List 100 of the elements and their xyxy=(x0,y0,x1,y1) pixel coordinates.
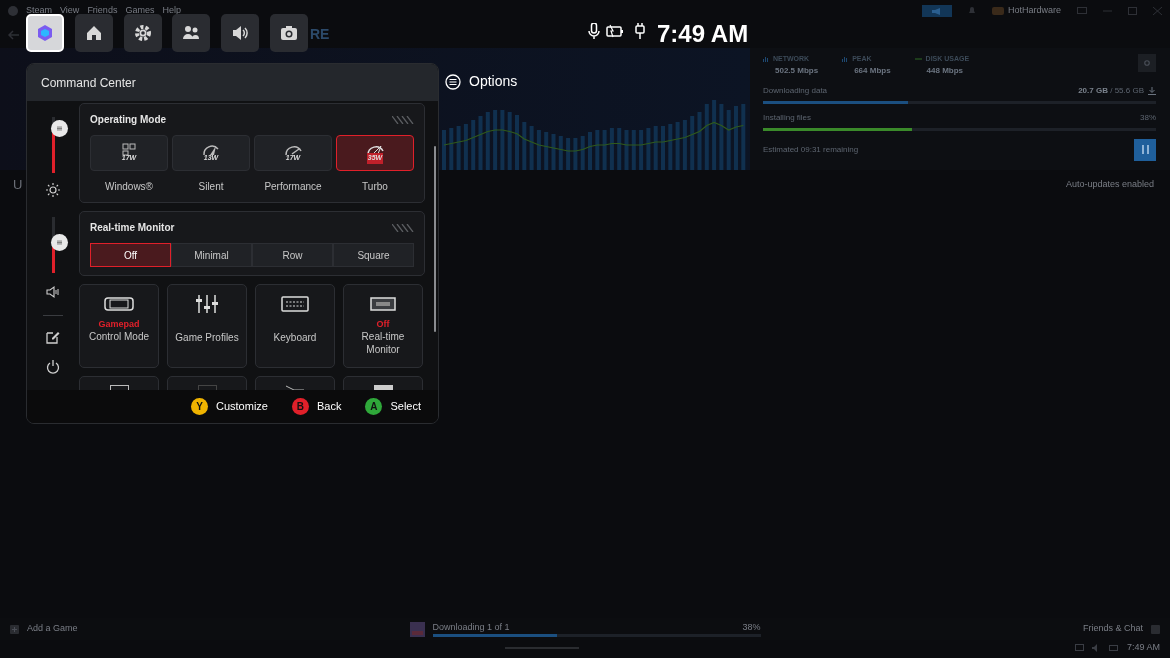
percent-text: 38% xyxy=(1140,111,1156,124)
card-title: Real-time Monitor xyxy=(90,221,175,236)
graph-bar xyxy=(471,120,476,170)
feature-tile[interactable]: Gamepad Control Mode xyxy=(79,284,159,369)
menu-item[interactable]: Games xyxy=(125,4,155,18)
graph-bar xyxy=(741,104,746,170)
pause-icon xyxy=(1141,145,1149,154)
graph-bar xyxy=(639,130,644,170)
graph-bar xyxy=(602,130,607,170)
controller-key-icon: B xyxy=(291,398,309,416)
slider-thumb[interactable] xyxy=(50,233,68,251)
graph-bar xyxy=(668,124,673,170)
network-icon xyxy=(1074,644,1084,652)
mode-label: Turbo xyxy=(362,180,388,195)
auto-updates-text: Auto-updates enabled xyxy=(1065,178,1154,192)
feature-tile[interactable]: Game Profiles xyxy=(167,284,247,369)
graph-bar xyxy=(522,122,527,170)
info-display-icon xyxy=(368,295,398,314)
home-icon xyxy=(84,23,104,43)
quick-button[interactable] xyxy=(270,14,308,52)
settings-icon xyxy=(133,23,153,43)
cube-logo-icon xyxy=(35,23,55,43)
section-heading: U xyxy=(13,176,23,195)
graph-bar xyxy=(719,104,724,170)
battery-charging-icon xyxy=(606,23,624,39)
graph-bar xyxy=(463,124,468,170)
microphone-icon xyxy=(588,23,600,39)
menu-item[interactable]: Friends xyxy=(87,4,118,18)
pause-button[interactable] xyxy=(1134,138,1156,161)
graph-bar xyxy=(588,132,592,170)
graph-bar xyxy=(661,126,665,170)
handheld-console-icon xyxy=(104,295,134,314)
clock-time: 7:49 AM xyxy=(657,19,749,49)
card-title: Operating Mode xyxy=(90,113,167,128)
slider-thumb[interactable] xyxy=(50,119,68,137)
graph-bar xyxy=(595,130,600,170)
brightness-icon xyxy=(46,183,60,198)
quick-button[interactable] xyxy=(221,14,259,52)
bar-chart-icon xyxy=(763,56,769,63)
menu-item[interactable]: Help xyxy=(162,4,181,18)
menu-item[interactable]: View xyxy=(60,4,80,18)
graph-bar xyxy=(682,120,687,170)
announcement-button[interactable] xyxy=(921,5,952,17)
options-label[interactable]: Options xyxy=(469,71,518,92)
game-thumbnail-icon xyxy=(409,621,425,637)
speaker-icon xyxy=(46,285,60,300)
power-icon[interactable] xyxy=(46,360,60,375)
quick-button[interactable] xyxy=(172,14,210,52)
graph-bar xyxy=(631,130,636,170)
footer-action[interactable]: Customize xyxy=(216,398,268,415)
stat-value: 448 Mbps xyxy=(925,64,965,77)
segment-tab[interactable]: Row xyxy=(252,243,333,268)
footer-action[interactable]: Select xyxy=(390,398,421,415)
account-name[interactable]: HotHardware xyxy=(1007,4,1061,18)
quick-button[interactable] xyxy=(124,14,162,52)
segment-tab[interactable]: Off xyxy=(90,243,171,268)
graph-bar xyxy=(536,130,541,170)
graph-bar xyxy=(478,116,483,170)
chat-icon xyxy=(1151,624,1160,634)
graph-bar xyxy=(493,110,498,170)
graph-bar xyxy=(485,112,490,170)
feature-tile[interactable]: Off Real-time Monitor xyxy=(343,284,423,369)
edit-icon[interactable] xyxy=(46,330,60,345)
graph-bar xyxy=(515,115,519,170)
progress-label: Downloading data xyxy=(763,84,828,97)
segment-tab[interactable]: Square xyxy=(333,243,414,268)
gauge-icon xyxy=(283,143,303,157)
taskbar-clock: 7:49 AM xyxy=(1126,641,1160,655)
hatch-mark-icon xyxy=(392,115,414,124)
tile-icon xyxy=(109,385,129,391)
progress-label: Installing files xyxy=(763,111,812,124)
mode-label: Windows® xyxy=(105,180,153,195)
graph-bar xyxy=(544,132,549,170)
download-status[interactable]: Downloading 1 of 1 xyxy=(432,620,510,635)
stat-value: 664 Mbps xyxy=(853,64,891,77)
graph-bar xyxy=(653,126,658,170)
graph-bar xyxy=(712,100,717,170)
mode-label: Silent xyxy=(198,180,224,195)
add-game-link[interactable]: Add a Game xyxy=(27,622,78,636)
hatch-mark-icon xyxy=(392,223,414,232)
segment-tab[interactable]: Minimal xyxy=(171,243,252,268)
graph-bar xyxy=(697,112,702,170)
graph-bar xyxy=(624,130,629,170)
footer-action[interactable]: Back xyxy=(316,398,342,415)
graph-bar xyxy=(566,138,571,170)
graph-bar xyxy=(449,128,454,170)
menu-item[interactable]: Steam xyxy=(26,4,52,18)
gauge-icon xyxy=(201,143,221,157)
friends-chat-link[interactable]: Friends & Chat xyxy=(1082,622,1143,636)
plus-icon xyxy=(10,624,19,634)
graph-bar xyxy=(442,130,446,170)
graph-bar xyxy=(580,136,585,170)
controller-key-icon: Y xyxy=(191,398,208,416)
grid-icon xyxy=(119,143,139,157)
graph-bar xyxy=(558,136,563,170)
feature-tile[interactable]: Keyboard xyxy=(255,284,335,369)
quick-button[interactable] xyxy=(75,14,113,52)
line-legend-icon xyxy=(914,56,922,63)
graph-bar xyxy=(646,128,651,170)
graph-bar xyxy=(617,128,622,170)
